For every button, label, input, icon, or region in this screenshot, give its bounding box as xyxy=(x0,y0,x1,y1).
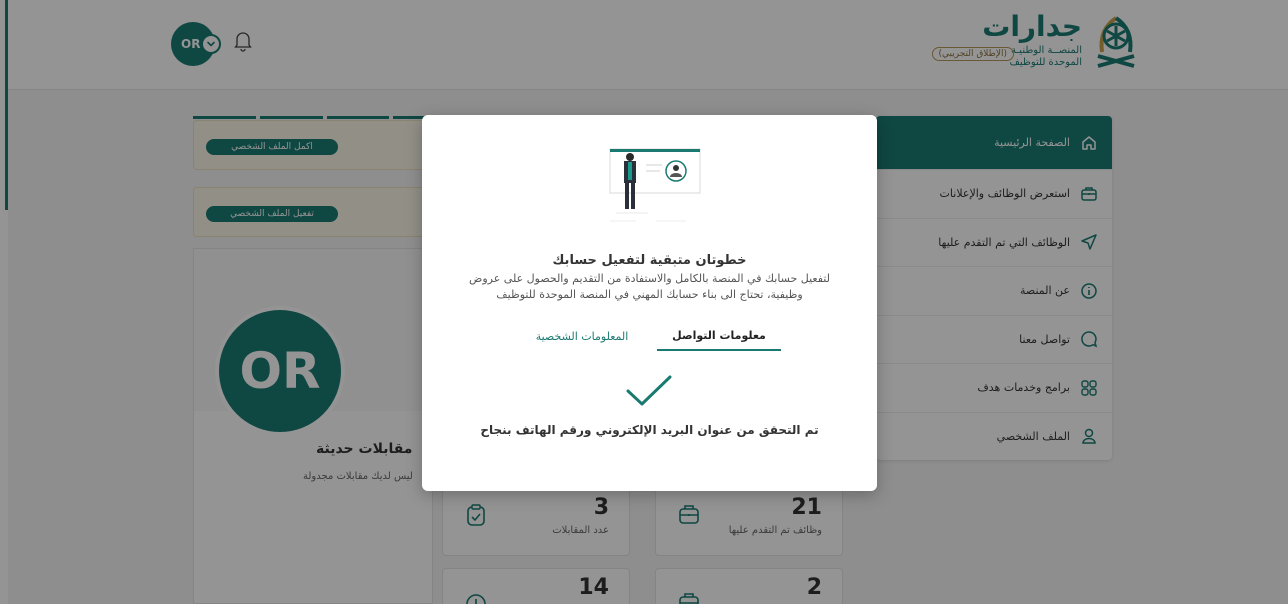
step-tabs: معلومات التواصل المعلومات الشخصية xyxy=(517,321,782,351)
modal-title: خطوتان متبقية لتفعيل حسابك xyxy=(552,253,747,268)
checkmark-icon xyxy=(624,373,674,409)
modal-description: لتفعيل حسابك في المنصة بالكامل والاستفاد… xyxy=(469,272,830,301)
tab-contact-info[interactable]: معلومات التواصل xyxy=(657,321,781,351)
tab-personal-info[interactable]: المعلومات الشخصية xyxy=(517,321,647,351)
success-message: تم التحقق من عنوان البريد الإلكتروني ورق… xyxy=(480,423,819,437)
activation-modal: خطوتان متبقية لتفعيل حسابك لتفعيل حسابك … xyxy=(422,115,877,491)
illustration-icon xyxy=(596,143,704,233)
